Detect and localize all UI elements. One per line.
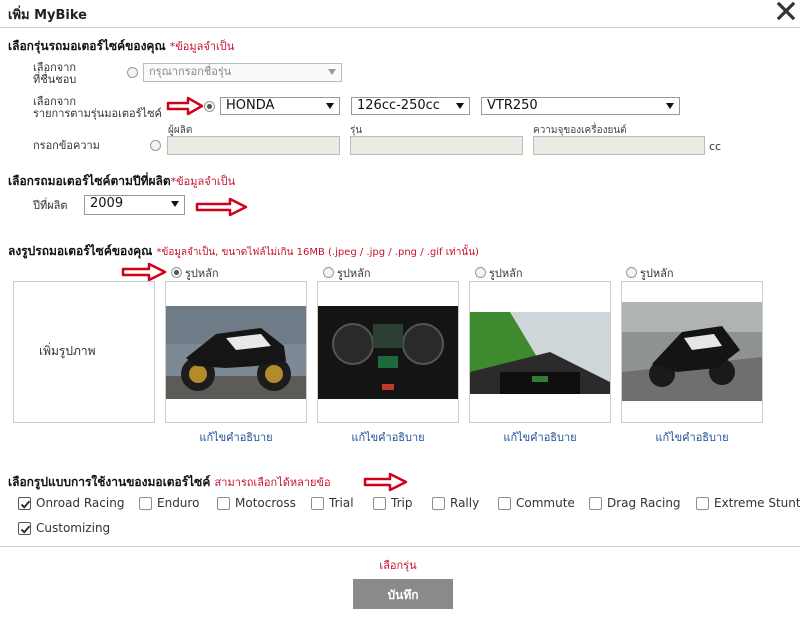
usage-checkbox[interactable]: [373, 497, 386, 510]
main-photo-radio-4[interactable]: [626, 267, 637, 278]
list-label: เลือกจาก รายการตามรุ่นมอเตอร์ไซค์: [33, 95, 162, 120]
model-required-note: *ข้อมูลจำเป็น: [169, 40, 235, 53]
model-input[interactable]: [350, 136, 523, 155]
main-photo-label-1: รูปหลัก: [185, 267, 219, 280]
usage-checkbox[interactable]: [139, 497, 152, 510]
photo-note: *ข้อมูลจำเป็น, ขนาดไฟล์ไม่เกิน 16MB (.jp…: [156, 247, 479, 258]
chevron-down-icon: [171, 201, 179, 207]
usage-checkbox[interactable]: [311, 497, 324, 510]
main-photo-radio-3[interactable]: [475, 267, 486, 278]
photo-section-heading: ลงรูปรถมอเตอร์ไซค์ของคุณ *ข้อมูลจำเป็น, …: [8, 244, 479, 258]
usage-checkbox[interactable]: [432, 497, 445, 510]
usage-option-label: Onroad Racing: [36, 496, 125, 510]
usage-option-label: Rally: [450, 496, 480, 510]
maker-input[interactable]: [167, 136, 340, 155]
pointer-arrow-icon: [166, 96, 204, 116]
year-section-heading: เลือกรถมอเตอร์ไซค์ตามปีที่ผลิต*ข้อมูลจำเ…: [8, 174, 236, 188]
main-photo-label-4: รูปหลัก: [640, 267, 674, 280]
dashboard-photo-2: [318, 306, 458, 399]
usage-checkbox[interactable]: [18, 497, 31, 510]
year-select[interactable]: 2009: [84, 195, 185, 215]
close-icon[interactable]: [776, 0, 796, 22]
cc-range-select[interactable]: 126cc-250cc: [351, 97, 470, 115]
checkmark-icon: [20, 500, 31, 509]
save-button[interactable]: บันทึก: [353, 579, 453, 609]
pointer-arrow-icon: [195, 197, 248, 217]
main-photo-radio-2[interactable]: [323, 267, 334, 278]
model-section-heading: เลือกรุ่นรถมอเตอร์ไซค์ของคุณ *ข้อมูลจำเป…: [8, 39, 235, 53]
usage-note: สามารถเลือกได้หลายข้อ: [214, 476, 331, 489]
chevron-down-icon: [666, 103, 674, 109]
track-view-photo-3: [470, 312, 610, 394]
favorite-radio[interactable]: [127, 67, 138, 78]
usage-option-label: Trial: [329, 496, 354, 510]
usage-option-label: Drag Racing: [607, 496, 681, 510]
year-label: ปีที่ผลิต: [33, 199, 68, 212]
chevron-down-icon: [456, 103, 464, 109]
footer-divider: [0, 546, 800, 547]
validation-error: เลือกรุ่น: [379, 559, 417, 572]
photo-slot-1[interactable]: [165, 281, 307, 423]
year-required-note: *ข้อมูลจำเป็น: [170, 175, 236, 188]
motorcycle-photo-1: [166, 306, 306, 399]
usage-option-label: Commute: [516, 496, 575, 510]
edit-caption-link-3[interactable]: แก้ไขคำอธิบาย: [469, 428, 611, 446]
photo-slot-4[interactable]: [621, 281, 763, 423]
usage-section-heading: เลือกรูปแบบการใช้งานของมอเตอร์ไซค์ สามาร…: [8, 475, 331, 489]
add-photo-button[interactable]: เพิ่มรูปภาพ: [13, 281, 155, 423]
pointer-arrow-icon: [363, 472, 408, 492]
usage-option-label: Motocross: [235, 496, 296, 510]
chevron-down-icon: [326, 103, 334, 109]
model-select[interactable]: VTR250: [481, 97, 680, 115]
main-photo-label-2: รูปหลัก: [337, 267, 371, 280]
list-radio[interactable]: [204, 101, 215, 112]
dialog-title: เพิ่ม MyBike: [8, 8, 87, 23]
cc-unit: cc: [709, 140, 722, 153]
edit-caption-link-2[interactable]: แก้ไขคำอธิบาย: [317, 428, 459, 446]
usage-option-label: Enduro: [157, 496, 200, 510]
favorite-model-select[interactable]: กรุณากรอกชื่อรุ่น: [143, 63, 342, 82]
usage-checkbox[interactable]: [696, 497, 709, 510]
edit-caption-link-1[interactable]: แก้ไขคำอธิบาย: [165, 428, 307, 446]
manual-radio[interactable]: [150, 140, 161, 151]
favorite-label: เลือกจาก ที่ชื่นชอบ: [33, 61, 77, 86]
usage-checkbox[interactable]: [589, 497, 602, 510]
usage-checkbox[interactable]: [498, 497, 511, 510]
usage-option-label: Customizing: [36, 521, 111, 535]
racing-photo-4: [622, 302, 762, 401]
usage-checkbox[interactable]: [18, 522, 31, 535]
photo-slot-2[interactable]: [317, 281, 459, 423]
main-photo-radio-1[interactable]: [171, 267, 182, 278]
photo-slot-3[interactable]: [469, 281, 611, 423]
manual-entry-label: กรอกข้อความ: [33, 139, 100, 152]
usage-checkbox[interactable]: [217, 497, 230, 510]
pointer-arrow-icon: [121, 262, 167, 282]
usage-option-label: Trip: [391, 496, 413, 510]
checkmark-icon: [20, 525, 31, 534]
brand-select[interactable]: HONDA: [220, 97, 340, 115]
edit-caption-link-4[interactable]: แก้ไขคำอธิบาย: [621, 428, 763, 446]
main-photo-label-3: รูปหลัก: [489, 267, 523, 280]
add-photo-label: เพิ่มรูปภาพ: [39, 344, 96, 358]
chevron-down-icon: [328, 69, 336, 75]
capacity-input[interactable]: [533, 136, 705, 155]
header-divider: [0, 27, 800, 28]
usage-option-label: Extreme Stunt: [714, 496, 800, 510]
